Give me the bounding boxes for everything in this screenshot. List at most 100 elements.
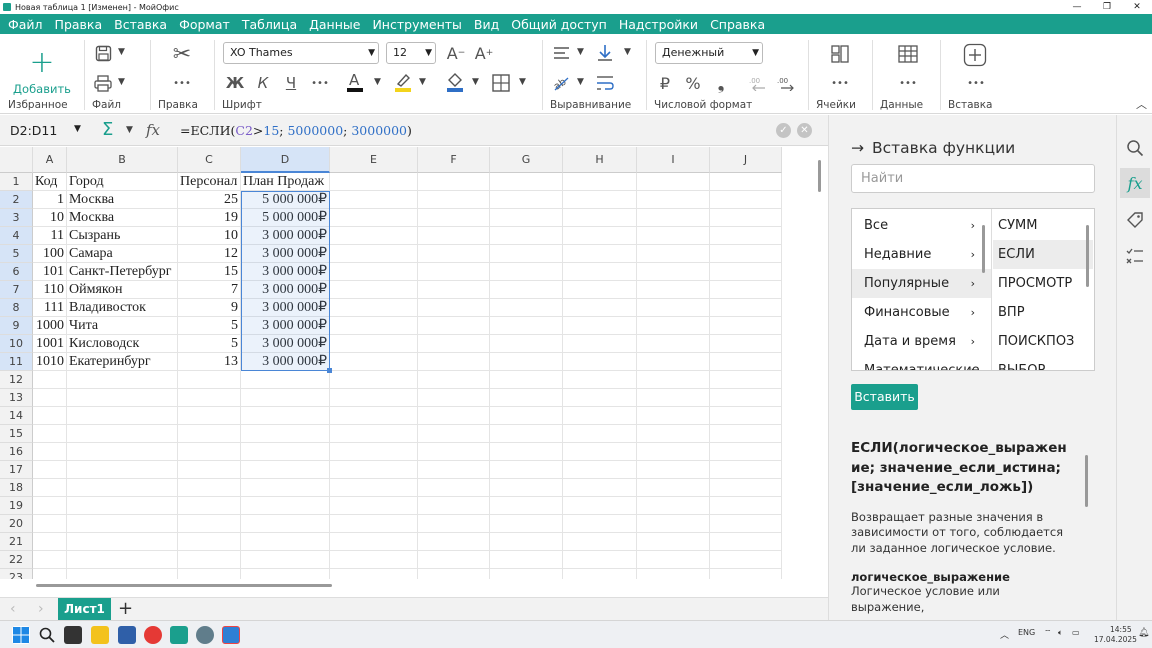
table-cell[interactable] [330,443,418,461]
close-window-button[interactable]: ✕ [1122,0,1152,14]
table-cell[interactable] [33,479,67,497]
table-cell[interactable] [67,407,178,425]
decrease-decimal-icon[interactable]: .00 [748,72,770,94]
spreadsheet-grid[interactable]: A B C D E F G H I J 1 Код Город Персонал План Продаж 2 1… [0,147,812,579]
table-cell[interactable] [710,479,782,497]
table-cell[interactable] [33,551,67,569]
arrow-right-icon[interactable]: → [851,139,864,157]
table-cell[interactable] [637,281,710,299]
chevron-down-icon[interactable]: ▼ [419,77,426,87]
more-icon[interactable]: ••• [828,72,852,94]
table-cell[interactable]: 7 [178,281,241,299]
table-cell[interactable] [418,227,490,245]
menu-file[interactable]: Файл [2,17,49,32]
table-cell[interactable]: Чита [67,317,178,335]
table-cell[interactable] [710,389,782,407]
row-header[interactable]: 9 [0,317,33,335]
function-item[interactable]: ВПР [993,298,1093,327]
row-header[interactable]: 4 [0,227,33,245]
chevron-right-icon[interactable]: › [38,601,44,617]
table-cell[interactable] [330,353,418,371]
table-cell[interactable] [330,227,418,245]
table-cell[interactable] [418,569,490,579]
function-search-input[interactable]: Найти [851,164,1095,193]
table-cell[interactable] [490,227,563,245]
fill-handle[interactable] [327,368,332,373]
category-item[interactable]: Популярные › [852,269,991,298]
table-cell[interactable] [33,497,67,515]
cells-icon[interactable] [828,42,852,66]
table-cell[interactable]: 1000 [33,317,67,335]
table-cell[interactable] [710,299,782,317]
table-cell[interactable] [637,551,710,569]
insert-function-button[interactable]: Вставить [851,384,918,410]
table-cell[interactable] [67,479,178,497]
row-header[interactable]: 14 [0,407,33,425]
table-cell[interactable] [563,389,637,407]
table-cell[interactable] [418,461,490,479]
table-cell[interactable] [710,443,782,461]
table-cell[interactable] [563,227,637,245]
table-cell[interactable] [490,479,563,497]
menu-edit[interactable]: Правка [49,17,109,32]
table-cell[interactable]: Санкт-Петербург [67,263,178,281]
select-all-corner[interactable] [0,147,33,173]
table-cell[interactable] [490,443,563,461]
table-cell[interactable] [241,569,330,579]
table-cell[interactable] [67,551,178,569]
more-icon[interactable]: ••• [964,72,988,94]
table-cell[interactable] [637,245,710,263]
table-cell[interactable] [418,497,490,515]
table-cell[interactable] [330,191,418,209]
table-cell[interactable]: 3 000 000₽ [241,335,330,353]
table-cell[interactable] [330,569,418,579]
table-cell[interactable] [178,461,241,479]
more-icon[interactable]: ••• [896,72,920,94]
chevron-down-icon[interactable]: ▼ [624,47,631,57]
table-cell[interactable] [637,515,710,533]
add-button[interactable]: + Добавить [10,48,74,97]
print-icon[interactable] [92,72,114,94]
table-cell[interactable]: 25 [178,191,241,209]
category-item[interactable]: Финансовые › [852,298,991,327]
increase-decimal-icon[interactable]: .00 [776,72,798,94]
table-cell[interactable]: 5 000 000₽ [241,209,330,227]
table-cell[interactable]: 10 [178,227,241,245]
borders-icon[interactable] [490,72,512,94]
table-cell[interactable] [710,461,782,479]
table-cell[interactable] [490,569,563,579]
row-header[interactable]: 10 [0,335,33,353]
file-explorer-icon[interactable] [91,626,109,644]
table-cell[interactable] [563,407,637,425]
table-cell[interactable]: 3 000 000₽ [241,299,330,317]
table-cell[interactable]: 13 [178,353,241,371]
table-cell[interactable] [33,533,67,551]
function-scrollbar[interactable] [1086,225,1089,287]
table-cell[interactable] [178,389,241,407]
column-header[interactable]: G [490,147,563,173]
table-cell[interactable] [710,281,782,299]
column-header[interactable]: B [67,147,178,173]
table-cell[interactable] [563,533,637,551]
more-icon[interactable]: ••• [170,72,194,94]
header-cell[interactable]: Персонал [178,173,241,191]
table-cell[interactable] [241,479,330,497]
table-cell[interactable] [490,317,563,335]
menu-data[interactable]: Данные [303,17,366,32]
row-header[interactable]: 11 [0,353,33,371]
column-header[interactable]: C [178,147,241,173]
volume-icon[interactable]: 🔈︎ [1058,628,1063,638]
save-icon[interactable] [92,42,114,64]
category-item[interactable]: Математические› [852,356,991,370]
table-cell[interactable] [241,461,330,479]
table-cell[interactable]: Сызрань [67,227,178,245]
table-cell[interactable] [33,515,67,533]
row-header[interactable]: 3 [0,209,33,227]
table-cell[interactable] [33,569,67,579]
settings-icon[interactable] [196,626,214,644]
table-cell[interactable] [710,425,782,443]
column-header[interactable]: J [710,147,782,173]
table-cell[interactable] [330,407,418,425]
fill-color-icon[interactable] [444,70,466,94]
table-cell[interactable] [330,173,418,191]
